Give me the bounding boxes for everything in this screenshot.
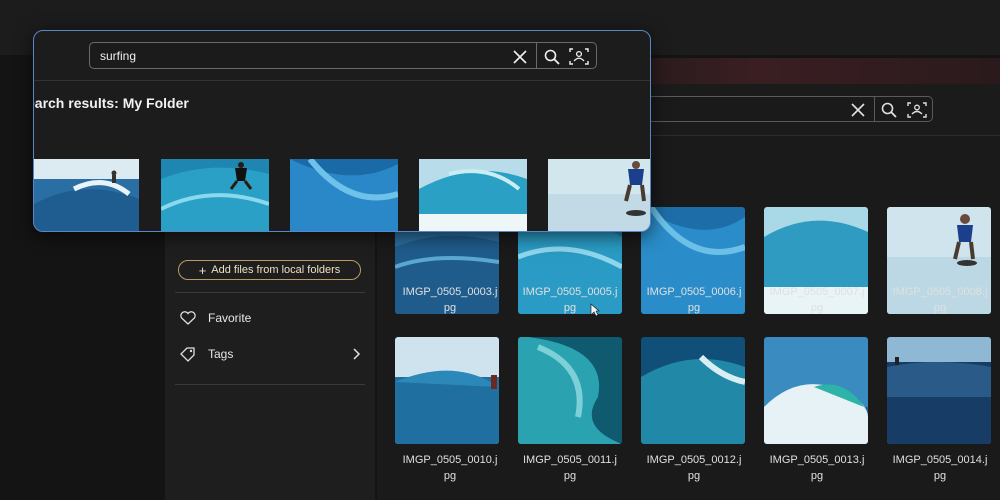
sidebar-divider [175, 384, 365, 385]
thumbnail-caption: IMGP_0505_0010.j pg [402, 454, 498, 482]
thumbnail-caption: IMGP_0505_0013.j pg [769, 454, 865, 482]
result-thumbnail[interactable] [419, 159, 527, 231]
visual-search-icon[interactable] [569, 47, 589, 66]
add-files-button[interactable]: + Add files from local folders [178, 260, 361, 280]
search-divider [536, 43, 537, 68]
thumbnail-caption: IMGP_0505_0006.j pg [646, 286, 742, 314]
popup-header: surfing [34, 31, 650, 81]
mouse-cursor-icon [590, 303, 600, 317]
thumbnail-image[interactable] [641, 337, 745, 444]
clear-search-icon[interactable] [849, 101, 867, 119]
sidebar-item-label: Favorite [208, 311, 252, 325]
chevron-right-icon[interactable] [351, 347, 361, 361]
result-thumbnail[interactable] [290, 159, 398, 231]
thumbnail-caption: IMGP_0505_0003.j pg [402, 286, 498, 314]
result-thumbnail[interactable] [34, 159, 139, 231]
add-files-label: Add files from local folders [211, 264, 341, 276]
thumbnail-image[interactable] [395, 337, 499, 444]
search-results-title: earch results: My Folder [33, 95, 189, 111]
sidebar-item-favorite[interactable]: Favorite [179, 307, 361, 329]
sidebar-divider [175, 292, 365, 293]
thumbnail-caption: IMGP_0505_0012.j pg [646, 454, 742, 482]
search-input[interactable]: surfing [89, 42, 597, 69]
sidebar: + Add files from local folders Favorite … [165, 230, 375, 500]
thumbnail-caption: IMGP_0505_0005.j pg [522, 286, 618, 314]
sidebar-item-label: Tags [208, 347, 234, 361]
search-query-text[interactable]: surfing [100, 49, 136, 63]
sidebar-item-tags[interactable]: Tags [179, 343, 361, 365]
thumbnail-image[interactable] [764, 337, 868, 444]
thumbnail-caption: IMGP_0505_0014.j pg [892, 454, 988, 482]
thumbnail-caption: IMGP_0505_0011.j pg [523, 454, 617, 482]
search-results-popup: surfing earch results: My Folder [33, 30, 651, 232]
background-search-box[interactable] [640, 96, 933, 122]
search-icon[interactable] [543, 48, 561, 66]
visual-search-icon[interactable] [907, 101, 927, 119]
tag-icon [179, 346, 197, 362]
heart-icon [179, 310, 197, 326]
search-icon[interactable] [880, 101, 898, 119]
thumbnail-image[interactable] [518, 337, 622, 444]
thumbnail-caption: IMGP_0505_0007.j pg [769, 286, 865, 314]
search-divider [874, 97, 875, 121]
result-thumbnail[interactable] [161, 159, 269, 231]
clear-search-icon[interactable] [511, 48, 529, 66]
thumbnail-image[interactable] [887, 337, 991, 444]
plus-icon: + [198, 262, 207, 278]
result-thumbnail[interactable] [548, 159, 650, 231]
thumbnail-caption: IMGP_0505_0008.j pg [892, 286, 988, 314]
